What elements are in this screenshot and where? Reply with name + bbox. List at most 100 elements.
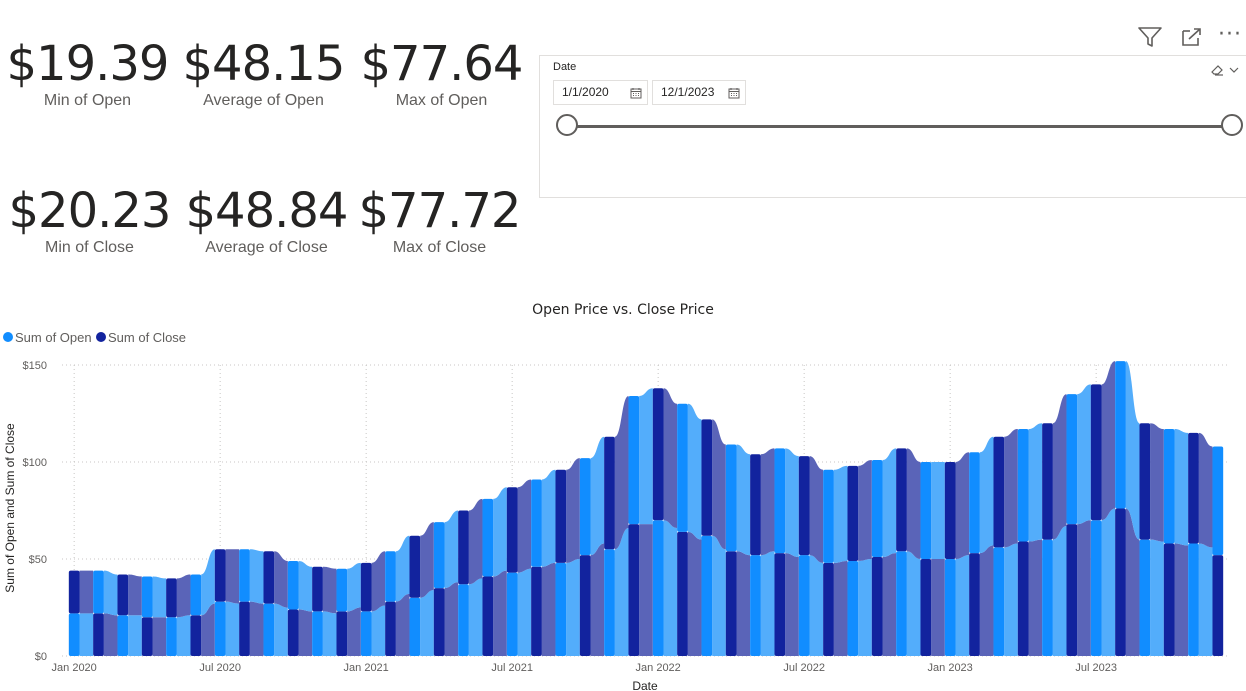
ribbon-upper	[833, 465, 848, 563]
bar-open	[604, 549, 615, 656]
bar-open	[433, 522, 445, 589]
ribbon-upper	[979, 436, 994, 554]
focus-mode-icon[interactable]	[1180, 27, 1202, 51]
x-tick-label: Jul 2023	[1075, 662, 1117, 674]
ribbon-lower	[858, 559, 872, 656]
bar-open	[312, 611, 323, 656]
legend-close-label[interactable]: Sum of Close	[108, 330, 186, 345]
bar-close	[1188, 432, 1199, 544]
bar-open	[555, 562, 567, 656]
bar-open	[1017, 429, 1029, 542]
ribbon-upper	[906, 448, 921, 559]
x-tick-label: Jul 2021	[491, 662, 533, 674]
ribbon-upper	[176, 574, 191, 618]
end-date-input[interactable]: 12/1/2023	[652, 80, 746, 105]
ribbon-upper	[103, 570, 118, 616]
ribbon-lower	[444, 582, 459, 656]
bar-close	[190, 615, 202, 656]
bar-open	[1212, 446, 1224, 556]
y-axis: $0 $50 $100 $150	[23, 360, 47, 663]
bar-open	[166, 617, 177, 656]
calendar-icon[interactable]	[728, 81, 740, 104]
bar-open	[847, 560, 859, 656]
bar-open	[141, 576, 153, 618]
bar-close	[336, 611, 348, 656]
ribbon-lower	[882, 553, 897, 656]
more-options-icon[interactable]: ···	[1218, 22, 1242, 47]
bar-open	[969, 452, 980, 554]
bar-close	[847, 465, 859, 561]
ribbon-lower	[371, 605, 386, 656]
ribbon-lower	[395, 593, 410, 656]
bar-close	[263, 551, 275, 604]
end-date-value: 12/1/2023	[661, 85, 715, 99]
ribbon-upper	[79, 570, 94, 614]
bar-close	[1212, 555, 1224, 656]
kpi-max-open: $77.64 Max of Open	[354, 38, 529, 110]
bar-close	[750, 454, 761, 556]
bar-open	[1188, 543, 1199, 656]
bar-open	[458, 584, 469, 656]
bar-close	[506, 487, 518, 573]
ribbon-lower	[712, 535, 726, 656]
bar-open	[1139, 539, 1151, 656]
kpi-label: Max of Open	[395, 92, 488, 109]
bar-open	[725, 444, 737, 552]
chevron-down-icon[interactable]	[1229, 60, 1239, 79]
eraser-icon[interactable]	[1210, 61, 1224, 80]
ribbon-lower	[152, 617, 167, 656]
ribbon-upper	[468, 498, 483, 585]
slider-track[interactable]	[567, 125, 1232, 128]
bar-open	[263, 603, 275, 656]
kpi-value: $20.23	[8, 183, 172, 239]
filter-icon[interactable]	[1138, 26, 1162, 52]
bar-open	[823, 469, 834, 563]
bar-close	[652, 388, 664, 521]
bar-close	[239, 601, 250, 656]
ribbon-upper	[128, 574, 142, 616]
bar-close	[555, 469, 567, 563]
chart-title: Open Price vs. Close Price	[532, 302, 714, 318]
ribbon-lower	[833, 560, 848, 656]
legend-close-marker	[96, 332, 106, 342]
bar-close	[774, 553, 786, 656]
ribbon-lower	[760, 551, 775, 656]
ribbon-lower	[541, 562, 556, 656]
ribbon-upper	[1077, 384, 1091, 525]
bar-close	[1017, 541, 1029, 656]
ribbon-upper	[809, 456, 824, 563]
bar-open	[1163, 429, 1175, 544]
slicer-title: Date	[553, 61, 577, 73]
ribbon-lower	[79, 613, 94, 656]
legend-open-label[interactable]: Sum of Open	[15, 330, 92, 345]
ribbon-lower	[274, 603, 288, 656]
ribbon-lower	[347, 607, 361, 656]
ribbon-lower	[128, 615, 142, 656]
bar-close	[214, 549, 226, 602]
bar-open	[68, 613, 80, 656]
ribbon-lower	[931, 559, 945, 656]
bar-close	[969, 553, 980, 656]
ribbon-lower	[493, 570, 507, 656]
slider-end-handle[interactable]	[1221, 114, 1243, 136]
bar-open	[701, 535, 713, 656]
ribbon-lower	[420, 590, 434, 656]
bar-close	[896, 448, 907, 552]
bar-close	[1090, 384, 1102, 521]
x-axis: Jan 2020 Jul 2020 Jan 2021 Jul 2021 Jan 2022…	[52, 662, 1117, 674]
bar-close	[360, 562, 372, 612]
start-date-input[interactable]: 1/1/2020	[553, 80, 648, 105]
ribbon-lower	[1101, 508, 1116, 656]
bar-open	[993, 547, 1005, 656]
bar-close	[604, 436, 615, 550]
ribbon-lower	[298, 609, 313, 656]
slider-start-handle[interactable]	[556, 114, 578, 136]
calendar-icon[interactable]	[630, 81, 642, 104]
ribbon-lower	[590, 543, 605, 656]
bar-open	[190, 574, 202, 616]
ribbon-upper	[955, 452, 970, 559]
bar-open	[214, 601, 226, 656]
x-tick-label: Jan 2021	[344, 662, 389, 674]
kpi-value: $19.39	[6, 36, 170, 92]
ribbon-upper	[444, 510, 459, 589]
